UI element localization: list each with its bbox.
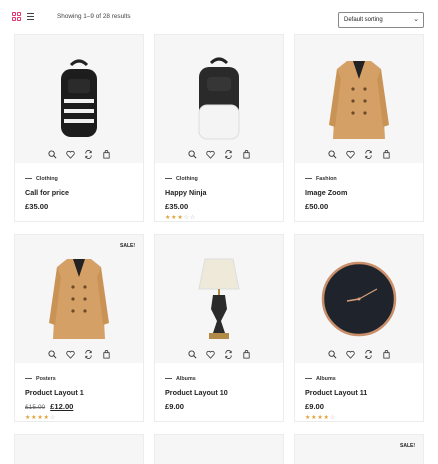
sale-badge: SALE! bbox=[400, 443, 415, 449]
product-actions bbox=[155, 150, 283, 160]
heart-icon[interactable] bbox=[346, 150, 355, 159]
star-rating: ★★★★☆ bbox=[25, 415, 56, 421]
product-category[interactable]: Albums bbox=[165, 376, 196, 382]
product-price: £35.00 bbox=[25, 202, 49, 211]
product-card[interactable] bbox=[154, 434, 284, 464]
product-title[interactable]: Product Layout 10 bbox=[165, 388, 228, 397]
product-image[interactable] bbox=[15, 235, 143, 363]
table-lamp-image bbox=[198, 258, 240, 339]
sort-select[interactable]: Default sorting ⌄ bbox=[338, 12, 424, 28]
product-image[interactable] bbox=[295, 235, 423, 363]
product-title[interactable]: Product Layout 1 bbox=[25, 388, 84, 397]
product-actions bbox=[295, 350, 423, 360]
cart-icon[interactable] bbox=[242, 350, 251, 359]
product-card[interactable]: SALE! Posters Product Layout 1 £15.00 £12… bbox=[14, 234, 144, 422]
product-actions bbox=[15, 350, 143, 360]
compare-icon[interactable] bbox=[364, 350, 373, 359]
compare-icon[interactable] bbox=[84, 350, 93, 359]
product-title[interactable]: Happy Ninja bbox=[165, 188, 207, 197]
product-actions bbox=[295, 150, 423, 160]
product-card[interactable] bbox=[14, 434, 144, 464]
search-icon[interactable] bbox=[48, 150, 57, 159]
product-image[interactable] bbox=[15, 435, 143, 464]
trench-coat-image bbox=[49, 259, 109, 339]
search-icon[interactable] bbox=[328, 350, 337, 359]
sale-price: £12.00 bbox=[50, 402, 74, 411]
cart-icon[interactable] bbox=[382, 350, 391, 359]
product-image[interactable] bbox=[155, 235, 283, 363]
cart-icon[interactable] bbox=[102, 350, 111, 359]
product-price: £15.00 £12.00 bbox=[25, 402, 73, 411]
product-price: £50.00 bbox=[305, 202, 329, 211]
product-card[interactable]: SALE! bbox=[294, 434, 424, 464]
star-rating: ★★★☆☆ bbox=[165, 215, 196, 221]
result-count: Showing 1–9 of 28 results bbox=[57, 13, 131, 20]
product-title[interactable]: Image Zoom bbox=[305, 188, 347, 197]
heart-icon[interactable] bbox=[206, 350, 215, 359]
product-image[interactable] bbox=[155, 435, 283, 464]
chevron-down-icon: ⌄ bbox=[413, 16, 419, 23]
product-card[interactable]: Fashion Image Zoom £50.00 bbox=[294, 34, 424, 222]
heart-icon[interactable] bbox=[66, 350, 75, 359]
trench-coat-image bbox=[329, 61, 389, 139]
search-icon[interactable] bbox=[188, 150, 197, 159]
sort-selected-value: Default sorting bbox=[344, 17, 383, 23]
sale-badge: SALE! bbox=[120, 243, 135, 249]
product-actions bbox=[155, 350, 283, 360]
cart-icon[interactable] bbox=[102, 150, 111, 159]
product-image[interactable] bbox=[295, 35, 423, 163]
product-actions bbox=[15, 150, 143, 160]
compare-icon[interactable] bbox=[84, 150, 93, 159]
star-rating: ★★★★☆ bbox=[305, 415, 336, 421]
product-image[interactable] bbox=[15, 35, 143, 163]
compare-icon[interactable] bbox=[224, 150, 233, 159]
product-card[interactable]: Albums Product Layout 10 £9.00 bbox=[154, 234, 284, 422]
product-card[interactable]: Albums Product Layout 11 £9.00 ★★★★☆ bbox=[294, 234, 424, 422]
search-icon[interactable] bbox=[328, 150, 337, 159]
product-price: £35.00 bbox=[165, 202, 189, 211]
search-icon[interactable] bbox=[188, 350, 197, 359]
shop-toolbar: Showing 1–9 of 28 results Default sortin… bbox=[0, 0, 438, 34]
product-category[interactable]: Fashion bbox=[305, 176, 337, 182]
product-category[interactable]: Albums bbox=[305, 376, 336, 382]
backpack-image bbox=[61, 59, 97, 137]
product-image[interactable] bbox=[295, 435, 423, 464]
product-title[interactable]: Call for price bbox=[25, 188, 69, 197]
list-view-icon[interactable] bbox=[27, 12, 36, 21]
product-card[interactable]: Clothing Call for price £35.00 bbox=[14, 34, 144, 222]
backpack-image bbox=[198, 57, 240, 140]
product-price: £9.00 bbox=[165, 402, 185, 411]
product-price: £9.00 bbox=[305, 402, 325, 411]
cart-icon[interactable] bbox=[382, 150, 391, 159]
product-title[interactable]: Product Layout 11 bbox=[305, 388, 367, 397]
wall-clock-image bbox=[321, 261, 397, 337]
compare-icon[interactable] bbox=[364, 150, 373, 159]
heart-icon[interactable] bbox=[346, 350, 355, 359]
product-image-partial bbox=[155, 435, 283, 464]
compare-icon[interactable] bbox=[224, 350, 233, 359]
product-card[interactable]: Clothing Happy Ninja £35.00 ★★★☆☆ bbox=[154, 34, 284, 222]
grid-view-icon[interactable] bbox=[12, 12, 21, 21]
product-category[interactable]: Clothing bbox=[165, 176, 198, 182]
product-image[interactable] bbox=[155, 35, 283, 163]
heart-icon[interactable] bbox=[66, 150, 75, 159]
old-price: £15.00 bbox=[25, 404, 46, 411]
cart-icon[interactable] bbox=[242, 150, 251, 159]
product-category[interactable]: Clothing bbox=[25, 176, 58, 182]
search-icon[interactable] bbox=[48, 350, 57, 359]
heart-icon[interactable] bbox=[206, 150, 215, 159]
product-category[interactable]: Posters bbox=[25, 376, 56, 382]
